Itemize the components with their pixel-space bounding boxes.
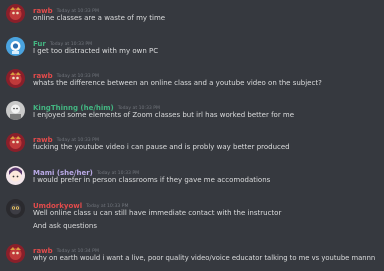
message-text: I would prefer in person classrooms if t… [33, 176, 271, 184]
rawb-avatar-icon[interactable] [6, 244, 25, 263]
kingthinng-avatar-icon[interactable] [6, 101, 25, 120]
message: Fur Today at 10:33 PM I get too distracte… [0, 35, 384, 59]
message-text: fucking the youtube video i can pause an… [33, 143, 290, 151]
fur-avatar-icon[interactable] [6, 37, 25, 56]
message: rawb Today at 10:33 PM whats the differen… [0, 67, 384, 91]
message-text: Well online class u can still have immed… [33, 209, 282, 217]
message-text: I enjoyed some elements of Zoom classes … [33, 111, 295, 119]
message-text: whats the difference between an online c… [33, 79, 322, 87]
mami-avatar-icon[interactable] [6, 166, 25, 185]
message: rawb Today at 10:34 PM why on earth would… [0, 242, 384, 266]
rawb-avatar-icon[interactable] [6, 133, 25, 152]
message: rawb Today at 10:33 PM fucking the youtub… [0, 131, 384, 155]
message: KingThinng (he/him) Today at 10:33 PM I e… [0, 99, 384, 123]
message-text: I get too distracted with my own PC [33, 47, 159, 55]
message-text: online classes are a waste of my time [33, 14, 166, 22]
message: Umdorkyowl Today at 10:33 PM Well online … [0, 197, 384, 233]
message-text: why on earth would i want a live, poor q… [33, 254, 376, 262]
message: rawb Today at 10:33 PM online classes are… [0, 2, 384, 26]
rawb-avatar-icon[interactable] [6, 4, 25, 23]
message: Mami (she/her) Today at 10:33 PM I would … [0, 164, 384, 188]
message-text: And ask questions [33, 222, 97, 230]
umdorkyowl-avatar-icon[interactable] [6, 199, 25, 218]
rawb-avatar-icon[interactable] [6, 69, 25, 88]
